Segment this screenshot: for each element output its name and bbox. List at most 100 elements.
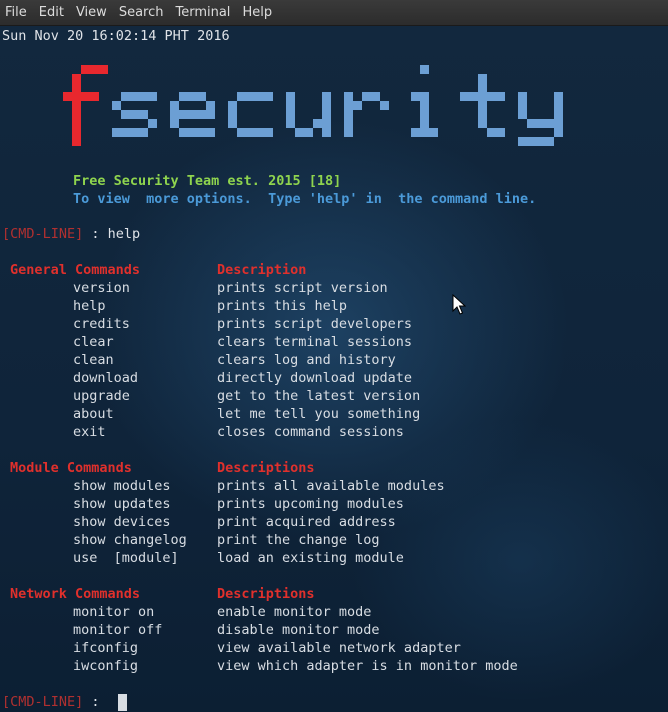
logo-pixel bbox=[81, 65, 90, 74]
logo-pixel bbox=[237, 92, 246, 101]
menu-terminal[interactable]: Terminal bbox=[169, 0, 236, 25]
logo-pixel bbox=[322, 119, 331, 128]
command-name: clear bbox=[73, 334, 114, 350]
command-description: get to the latest version bbox=[217, 388, 421, 404]
section-heading-general: General Commands bbox=[10, 262, 141, 278]
prompt-label: [CMD-LINE] bbox=[2, 694, 84, 710]
menu-search[interactable]: Search bbox=[113, 0, 170, 25]
command-description: closes command sessions bbox=[217, 424, 404, 440]
logo-pixel bbox=[286, 110, 295, 119]
logo-pixel bbox=[139, 92, 148, 101]
timestamp-line: Sun Nov 20 16:02:14 PHT 2016 bbox=[2, 28, 230, 44]
logo-pixel bbox=[487, 92, 496, 101]
logo-pixel bbox=[420, 101, 429, 110]
prompt-separator: : bbox=[83, 694, 108, 710]
logo-pixel bbox=[469, 92, 478, 101]
logo-pixel bbox=[545, 137, 554, 146]
logo-pixel bbox=[420, 65, 429, 74]
logo-pixel bbox=[554, 101, 563, 110]
logo-pixel bbox=[371, 92, 380, 101]
command-name: monitor off bbox=[73, 622, 163, 638]
logo-pixel bbox=[286, 119, 295, 128]
terminal-output[interactable]: Sun Nov 20 16:02:14 PHT 2016 f security … bbox=[0, 26, 668, 712]
logo-pixel bbox=[264, 92, 273, 101]
logo-word-security bbox=[112, 65, 563, 146]
logo-pixel bbox=[139, 110, 148, 119]
command-name: show modules bbox=[73, 478, 171, 494]
logo-pixel bbox=[554, 128, 563, 137]
command-name: show updates bbox=[73, 496, 171, 512]
prompt-separator: : bbox=[83, 226, 108, 242]
command-description: disable monitor mode bbox=[217, 622, 380, 638]
logo-pixel bbox=[487, 128, 496, 137]
command-name: use [module] bbox=[73, 550, 179, 566]
logo-pixel bbox=[255, 92, 264, 101]
logo-pixel bbox=[72, 128, 81, 137]
command-description: clears log and history bbox=[217, 352, 396, 368]
logo-pixel bbox=[130, 128, 139, 137]
logo-pixel bbox=[112, 101, 121, 110]
logo-pixel bbox=[322, 101, 331, 110]
command-description: prints script developers bbox=[217, 316, 413, 332]
logo-pixel bbox=[496, 92, 505, 101]
menu-bar: File Edit View Search Terminal Help bbox=[0, 0, 668, 26]
entered-command: help bbox=[107, 226, 141, 242]
logo-pixel bbox=[478, 92, 487, 101]
command-name: monitor on bbox=[73, 604, 155, 620]
logo-pixel bbox=[228, 101, 237, 110]
logo-pixel bbox=[130, 110, 139, 119]
command-description: prints this help bbox=[217, 298, 348, 314]
active-prompt-line[interactable]: [CMD-LINE] : bbox=[2, 693, 108, 711]
logo-pixel bbox=[420, 92, 429, 101]
logo-pixel bbox=[206, 101, 215, 110]
logo-pixel bbox=[536, 137, 545, 146]
command-description: print acquired address bbox=[217, 514, 396, 530]
command-name: clean bbox=[73, 352, 114, 368]
text-cursor bbox=[118, 694, 127, 711]
command-description: print the change log bbox=[217, 532, 380, 548]
logo-pixel bbox=[188, 110, 197, 119]
command-prompt-line: [CMD-LINE] : help bbox=[2, 225, 140, 243]
logo-pixel bbox=[420, 119, 429, 128]
logo-pixel bbox=[72, 101, 81, 110]
logo-pixel bbox=[72, 110, 81, 119]
logo-pixel bbox=[90, 92, 99, 101]
logo-pixel bbox=[286, 101, 295, 110]
logo-pixel bbox=[90, 65, 99, 74]
logo-pixel bbox=[130, 92, 139, 101]
logo-pixel bbox=[197, 92, 206, 101]
logo-pixel bbox=[478, 119, 487, 128]
logo-pixel bbox=[148, 92, 157, 101]
logo-pixel bbox=[170, 110, 179, 119]
logo-pixel bbox=[228, 119, 237, 128]
logo-pixel bbox=[411, 92, 420, 101]
section-desc-heading-network: Descriptions bbox=[217, 586, 315, 602]
logo-pixel bbox=[478, 101, 487, 110]
logo-pixel bbox=[478, 83, 487, 92]
menu-file[interactable]: File bbox=[0, 0, 33, 25]
logo-pixel bbox=[344, 92, 353, 101]
logo-pixel bbox=[518, 110, 527, 119]
logo-pixel bbox=[246, 128, 255, 137]
menu-view[interactable]: View bbox=[70, 0, 113, 25]
command-description: let me tell you something bbox=[217, 406, 421, 422]
menu-edit[interactable]: Edit bbox=[33, 0, 70, 25]
logo-pixel bbox=[139, 128, 148, 137]
command-name: ifconfig bbox=[73, 640, 139, 656]
logo-pixel bbox=[362, 92, 371, 101]
logo-pixel bbox=[527, 119, 536, 128]
command-name: about bbox=[73, 406, 114, 422]
logo-pixel bbox=[72, 74, 81, 83]
logo-pixel bbox=[121, 92, 130, 101]
logo-pixel bbox=[286, 92, 295, 101]
section-heading-network: Network Commands bbox=[10, 586, 141, 602]
logo-pixel bbox=[255, 128, 264, 137]
command-description: enable monitor mode bbox=[217, 604, 372, 620]
command-name: download bbox=[73, 370, 139, 386]
command-description: directly download update bbox=[217, 370, 413, 386]
terminal-window: File Edit View Search Terminal Help Sun … bbox=[0, 0, 668, 712]
logo-pixel bbox=[554, 119, 563, 128]
logo-pixel bbox=[72, 137, 81, 146]
menu-help[interactable]: Help bbox=[236, 0, 278, 25]
logo-pixel bbox=[518, 137, 527, 146]
